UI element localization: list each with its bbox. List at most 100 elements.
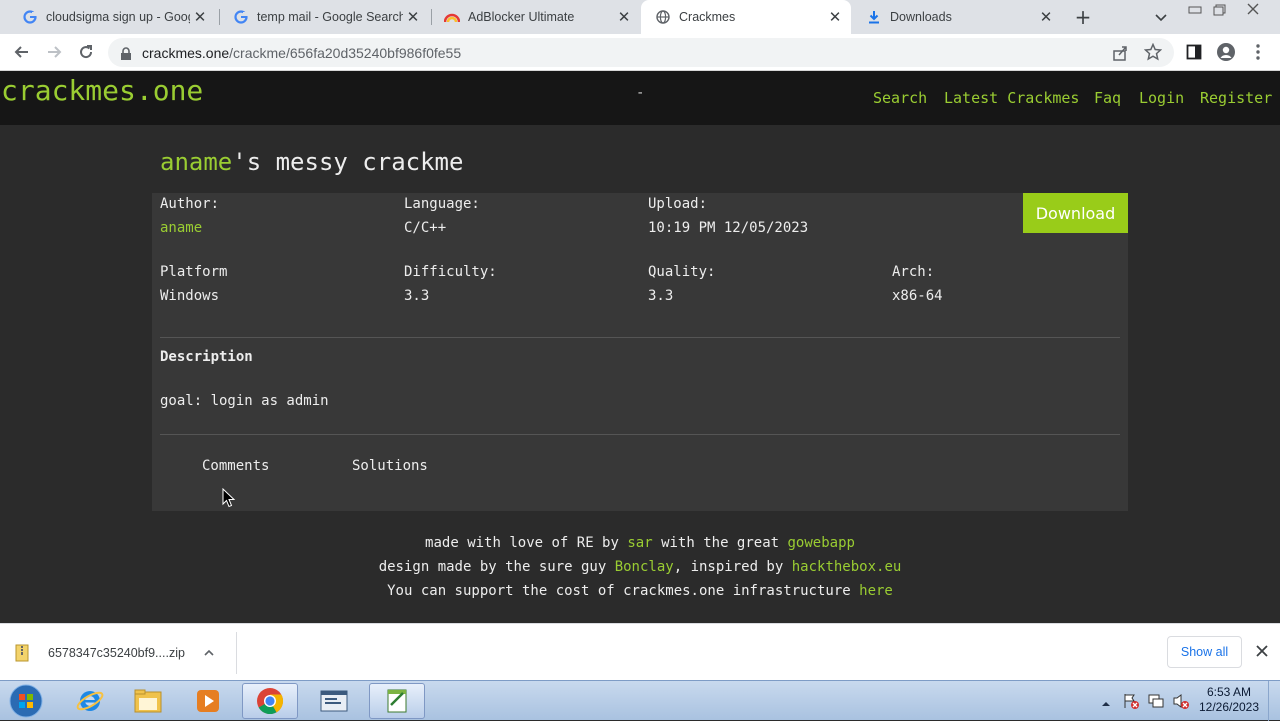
share-icon[interactable]	[1111, 44, 1129, 66]
system-clock[interactable]: 6:53 AM 12/26/2023	[1196, 685, 1262, 715]
tab-title: cloudsigma sign up - Google	[46, 10, 190, 24]
show-desktop-button[interactable]	[1268, 681, 1280, 721]
difficulty-label: Difficulty:	[404, 264, 497, 280]
divider	[160, 434, 1120, 435]
nav-search-link[interactable]: Search	[873, 89, 927, 107]
volume-muted-icon[interactable]	[1172, 692, 1190, 710]
tab-temp-mail[interactable]: temp mail - Google Search ✕	[219, 0, 429, 34]
footer-line-2: design made by the sure guy Bonclay, ins…	[0, 555, 1280, 579]
reload-icon[interactable]	[72, 38, 100, 66]
url-text[interactable]: crackmes.one/crackme/656fa20d35240bf986f…	[142, 45, 461, 61]
upload-label: Upload:	[648, 196, 708, 212]
chevron-up-icon[interactable]	[203, 648, 215, 658]
bookmark-star-icon[interactable]	[1143, 42, 1163, 65]
arch-label: Arch:	[892, 264, 935, 280]
tab-title: temp mail - Google Search	[257, 10, 403, 24]
footer-text: design made by the sure guy	[378, 559, 615, 575]
close-shelf-icon[interactable]	[1254, 643, 1270, 659]
download-button[interactable]: Download	[1023, 193, 1128, 233]
lock-icon[interactable]	[120, 46, 132, 65]
windows-start-icon[interactable]	[6, 681, 46, 721]
clock-date: 12/26/2023	[1198, 700, 1260, 714]
title-author-link[interactable]: aname	[160, 148, 232, 176]
chrome-icon[interactable]	[242, 683, 298, 719]
show-all-button[interactable]: Show all	[1167, 636, 1242, 668]
quality-value: 3.3	[648, 288, 674, 304]
forward-arrow-icon[interactable]	[40, 38, 68, 66]
nav-faq-link[interactable]: Faq	[1094, 89, 1121, 107]
nav-latest-crackmes-link[interactable]: Latest Crackmes	[944, 89, 1079, 107]
google-icon	[233, 9, 249, 25]
google-icon	[22, 9, 38, 25]
site-footer: made with love of RE by sar with the gre…	[0, 531, 1280, 603]
flag-alert-icon[interactable]	[1122, 692, 1140, 710]
internet-explorer-icon[interactable]	[62, 683, 118, 719]
nav-register-link[interactable]: Register	[1200, 89, 1272, 107]
new-tab-icon[interactable]: +	[1072, 5, 1094, 29]
close-window-icon[interactable]	[1244, 1, 1262, 15]
tab-search-chevron-icon[interactable]	[1152, 8, 1170, 26]
footer-text: , inspired by	[673, 559, 792, 575]
globe-icon	[655, 9, 671, 25]
close-tab-icon[interactable]: ✕	[825, 7, 845, 27]
side-panel-icon[interactable]	[1180, 38, 1208, 66]
author-label: Author:	[160, 196, 220, 212]
terminal-app-icon[interactable]	[306, 683, 362, 719]
support-here-link[interactable]: here	[859, 583, 893, 599]
description-text: goal: login as admin	[160, 393, 329, 409]
divider	[236, 632, 237, 674]
browser-toolbar: crackmes.one/crackme/656fa20d35240bf986f…	[0, 34, 1280, 71]
download-shelf: 6578347c35240bf9....zip Show all	[0, 623, 1280, 680]
crackme-details-card: Author: aname Language: C/C++ Upload: 10…	[152, 193, 1128, 511]
web-page: crackmes.one - Search Latest Crackmes Fa…	[0, 71, 1280, 623]
tab-title: Crackmes	[679, 10, 736, 24]
windows-taskbar: 6:53 AM 12/26/2023	[0, 680, 1280, 721]
language-value: C/C++	[404, 220, 447, 236]
adblocker-icon	[444, 9, 460, 25]
quality-label: Quality:	[648, 264, 716, 280]
file-explorer-icon[interactable]	[120, 683, 176, 719]
footer-text: with the great	[652, 535, 788, 551]
tab-cloudsigma[interactable]: cloudsigma sign up - Google ✕	[8, 0, 216, 34]
difficulty-value: 3.3	[404, 288, 430, 304]
network-icon[interactable]	[1147, 692, 1165, 710]
tab-title: AdBlocker Ultimate	[468, 10, 575, 24]
divider	[160, 337, 1120, 338]
minimize-window-icon[interactable]	[1186, 2, 1204, 16]
notepad-app-icon[interactable]	[369, 683, 425, 719]
tab-comments[interactable]: Comments	[202, 458, 269, 474]
nav-login-link[interactable]: Login	[1139, 89, 1184, 107]
hackthebox-link[interactable]: hackthebox.eu	[792, 559, 902, 575]
sar-link[interactable]: sar	[627, 535, 652, 551]
arch-value: x86-64	[892, 288, 943, 304]
upload-value: 10:19 PM 12/05/2023	[648, 220, 809, 236]
author-link[interactable]: aname	[160, 220, 202, 236]
gowebapp-link[interactable]: gowebapp	[788, 535, 855, 551]
tab-solutions[interactable]: Solutions	[352, 458, 428, 474]
kebab-menu-icon[interactable]	[1244, 38, 1272, 66]
download-item[interactable]: 6578347c35240bf9....zip	[14, 640, 234, 666]
clock-time: 6:53 AM	[1206, 685, 1252, 699]
close-tab-icon[interactable]: ✕	[1036, 7, 1056, 27]
title-text: 's messy crackme	[232, 148, 464, 176]
profile-avatar-icon[interactable]	[1212, 38, 1240, 66]
restore-window-icon[interactable]	[1210, 2, 1228, 16]
site-navbar: crackmes.one - Search Latest Crackmes Fa…	[0, 71, 1280, 125]
close-tab-icon[interactable]: ✕	[190, 7, 210, 27]
navbar-center-mark: -	[636, 85, 645, 101]
url-path: /crackme/656fa20d35240bf986f0fe55	[229, 45, 462, 61]
url-host: crackmes.one	[142, 45, 230, 61]
mouse-cursor-icon	[222, 487, 236, 508]
back-arrow-icon[interactable]	[8, 38, 36, 66]
tab-crackmes[interactable]: Crackmes ✕	[641, 0, 851, 34]
close-tab-icon[interactable]: ✕	[614, 7, 634, 27]
tab-downloads[interactable]: Downloads ✕	[852, 0, 1062, 34]
site-logo[interactable]: crackmes.one	[1, 74, 203, 107]
download-file-name: 6578347c35240bf9....zip	[48, 646, 185, 660]
tray-expand-icon[interactable]	[1100, 695, 1112, 707]
tab-adblocker[interactable]: AdBlocker Ultimate ✕	[430, 0, 640, 34]
media-player-icon[interactable]	[180, 683, 236, 719]
address-bar[interactable]: crackmes.one/crackme/656fa20d35240bf986f…	[108, 38, 1174, 67]
close-tab-icon[interactable]: ✕	[403, 7, 423, 27]
bonclay-link[interactable]: Bonclay	[615, 559, 674, 575]
